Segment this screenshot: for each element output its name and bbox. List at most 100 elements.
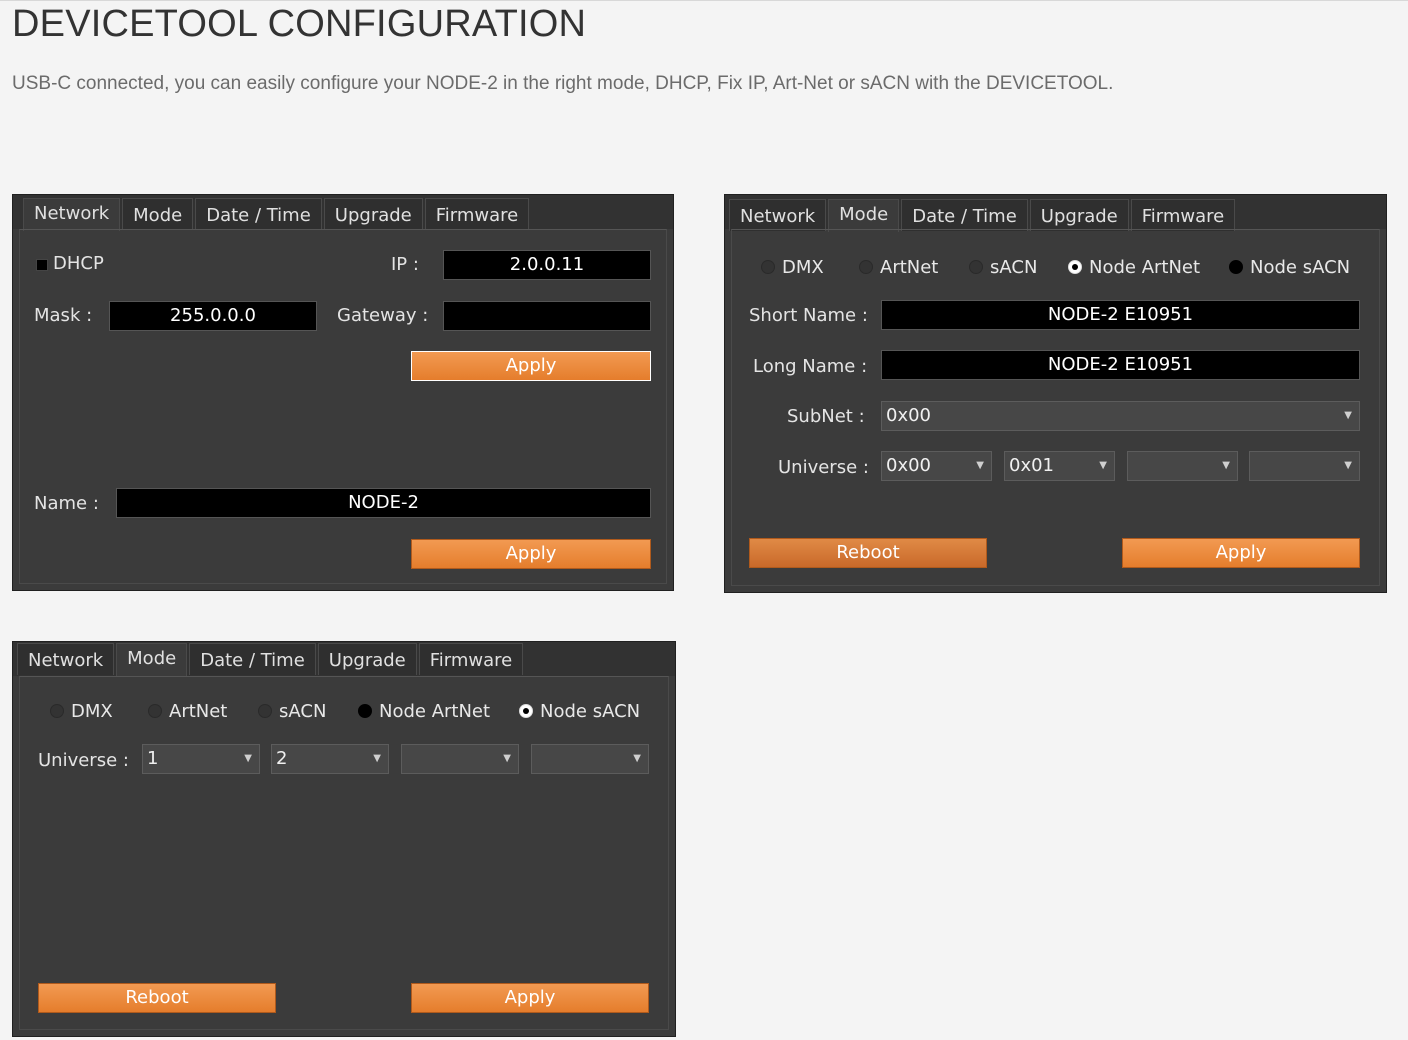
reboot-button[interactable]: Reboot <box>38 983 276 1013</box>
universe-value: 0x01 <box>1009 455 1055 476</box>
long-name-field[interactable]: NODE-2 E10951 <box>881 350 1360 380</box>
tab-network[interactable]: Network <box>729 199 827 231</box>
radio-dot <box>859 260 873 274</box>
subnet-select[interactable]: 0x00 ▼ <box>881 401 1360 431</box>
tab-mode[interactable]: Mode <box>122 198 194 230</box>
chevron-down-icon: ▼ <box>976 460 984 471</box>
gateway-field[interactable] <box>443 301 651 331</box>
universe-select-4[interactable]: ▼ <box>1249 451 1360 481</box>
subnet-label: SubNet : <box>787 406 865 427</box>
tab-upgrade[interactable]: Upgrade <box>1029 199 1129 231</box>
radio-sacn[interactable]: sACN <box>969 255 1037 279</box>
mode-window-artnet: Network Mode Date / Time Upgrade Firmwar… <box>724 194 1387 593</box>
radio-dmx[interactable]: DMX <box>761 255 824 279</box>
radio-artnet[interactable]: ArtNet <box>859 255 938 279</box>
universe-value: 0x00 <box>886 455 932 476</box>
radio-dot <box>761 260 775 274</box>
subnet-value: 0x00 <box>886 405 932 426</box>
network-window: Network Mode Date / Time Upgrade Firmwar… <box>12 194 674 591</box>
radio-dot-selected <box>519 704 533 718</box>
radio-label: ArtNet <box>169 700 228 722</box>
radio-label: DMX <box>71 700 113 722</box>
reboot-button[interactable]: Reboot <box>749 538 987 568</box>
mask-field[interactable]: 255.0.0.0 <box>109 301 317 331</box>
tab-date-time[interactable]: Date / Time <box>901 199 1028 231</box>
tab-date-time[interactable]: Date / Time <box>195 198 322 230</box>
universe-select-2[interactable]: 2 ▼ <box>271 744 389 774</box>
radio-dot <box>258 704 272 718</box>
tab-date-time[interactable]: Date / Time <box>189 643 316 675</box>
intro-text: USB-C connected, you can easily configur… <box>12 73 1114 94</box>
radio-label: DMX <box>782 256 824 278</box>
radio-dot-selected <box>1068 260 1082 274</box>
radio-label: sACN <box>990 256 1038 278</box>
radio-label: ArtNet <box>880 256 939 278</box>
universe-label: Universe : <box>778 457 869 478</box>
network-apply-button[interactable]: Apply <box>411 351 651 381</box>
gateway-label: Gateway : <box>337 305 429 326</box>
mode-panel: DMX ArtNet sACN Node ArtNet Node sACN Un… <box>19 676 669 1030</box>
tab-firmware[interactable]: Firmware <box>418 643 524 675</box>
radio-node-artnet[interactable]: Node ArtNet <box>358 699 490 723</box>
chevron-down-icon: ▼ <box>503 753 511 764</box>
mode-panel: DMX ArtNet sACN Node ArtNet Node sACN Sh… <box>731 229 1380 586</box>
chevron-down-icon: ▼ <box>633 753 641 764</box>
radio-dot <box>148 704 162 718</box>
chevron-down-icon: ▼ <box>1344 460 1352 471</box>
radio-dot <box>969 260 983 274</box>
radio-dot <box>50 704 64 718</box>
dhcp-checkbox[interactable] <box>36 259 48 271</box>
tab-upgrade[interactable]: Upgrade <box>317 643 417 675</box>
chevron-down-icon: ▼ <box>1222 460 1230 471</box>
tab-firmware[interactable]: Firmware <box>424 198 530 230</box>
chevron-down-icon: ▼ <box>373 753 381 764</box>
ip-field[interactable]: 2.0.0.11 <box>443 250 651 280</box>
tab-mode[interactable]: Mode <box>828 199 900 232</box>
tab-firmware[interactable]: Firmware <box>1130 199 1236 231</box>
tab-bar: Network Mode Date / Time Upgrade Firmwar… <box>729 199 1237 232</box>
universe-label: Universe : <box>38 750 129 771</box>
short-name-label: Short Name : <box>749 305 868 326</box>
radio-dmx[interactable]: DMX <box>50 699 113 723</box>
radio-dot <box>1229 260 1243 274</box>
tab-mode[interactable]: Mode <box>116 643 188 676</box>
tab-upgrade[interactable]: Upgrade <box>323 198 423 230</box>
radio-dot <box>358 704 372 718</box>
universe-select-3[interactable]: ▼ <box>1127 451 1238 481</box>
tab-bar: Network Mode Date / Time Upgrade Firmwar… <box>17 643 525 676</box>
radio-label: Node sACN <box>1250 256 1351 278</box>
short-name-field[interactable]: NODE-2 E10951 <box>881 300 1360 330</box>
radio-label: sACN <box>279 700 327 722</box>
tab-network[interactable]: Network <box>23 198 121 231</box>
radio-label: Node ArtNet <box>379 700 491 722</box>
dhcp-label: DHCP <box>53 253 104 274</box>
universe-select-4[interactable]: ▼ <box>531 744 649 774</box>
universe-select-1[interactable]: 1 ▼ <box>142 744 260 774</box>
name-field[interactable]: NODE-2 <box>116 488 651 518</box>
chevron-down-icon: ▼ <box>1099 460 1107 471</box>
universe-select-1[interactable]: 0x00 ▼ <box>881 451 992 481</box>
mode-apply-button[interactable]: Apply <box>411 983 649 1013</box>
universe-select-3[interactable]: ▼ <box>401 744 519 774</box>
ip-label: IP : <box>391 254 419 275</box>
radio-label: Node ArtNet <box>1089 256 1201 278</box>
universe-select-2[interactable]: 0x01 ▼ <box>1004 451 1115 481</box>
network-panel: DHCP IP : 2.0.0.11 Mask : 255.0.0.0 Gate… <box>19 229 667 584</box>
mode-apply-button[interactable]: Apply <box>1122 538 1360 568</box>
radio-label: Node sACN <box>540 700 641 722</box>
radio-node-sacn[interactable]: Node sACN <box>519 699 640 723</box>
tab-network[interactable]: Network <box>17 643 115 675</box>
mode-window-sacn: Network Mode Date / Time Upgrade Firmwar… <box>12 641 676 1037</box>
radio-artnet[interactable]: ArtNet <box>148 699 227 723</box>
universe-value: 1 <box>147 748 159 769</box>
long-name-label: Long Name : <box>753 356 868 377</box>
radio-node-artnet[interactable]: Node ArtNet <box>1068 255 1200 279</box>
radio-node-sacn[interactable]: Node sACN <box>1229 255 1350 279</box>
chevron-down-icon: ▼ <box>244 753 252 764</box>
chevron-down-icon: ▼ <box>1344 410 1352 421</box>
universe-value: 2 <box>276 748 288 769</box>
name-apply-button[interactable]: Apply <box>411 539 651 569</box>
name-label: Name : <box>34 493 99 514</box>
radio-sacn[interactable]: sACN <box>258 699 326 723</box>
tab-bar: Network Mode Date / Time Upgrade Firmwar… <box>23 198 531 231</box>
